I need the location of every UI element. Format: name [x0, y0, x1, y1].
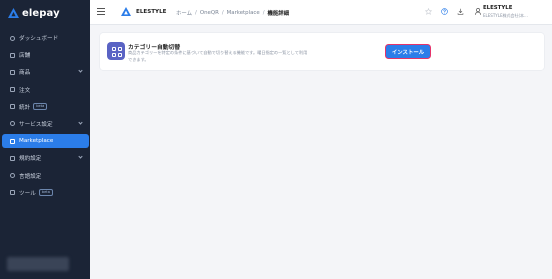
install-button[interactable]: インストール: [385, 44, 431, 59]
star-icon[interactable]: [425, 8, 432, 15]
sidebar-item-tools[interactable]: ツール beta: [2, 186, 89, 200]
beta-badge: beta: [33, 103, 48, 111]
sidebar-item-dashboard[interactable]: ダッシュボード: [2, 31, 89, 45]
breadcrumb-home[interactable]: ホーム: [176, 9, 192, 17]
store-icon: [10, 52, 15, 58]
brand-logo[interactable]: elepay: [8, 6, 60, 20]
sidebar-item-label: 注文: [19, 87, 31, 94]
sidebar-item-marketplace[interactable]: Marketplace: [2, 134, 89, 149]
sidebar-item-label: Marketplace: [19, 138, 54, 145]
plugin-card: カテゴリー自動切替 商品カテゴリーを特定の条件に基づいて自動で切り替える機能です…: [100, 33, 544, 70]
sidebar: elepay ダッシュボード 店舗 商品 注文 統計 beta サービス設定 M…: [0, 0, 90, 279]
grid-icon: [10, 138, 15, 144]
user-name: ELESTYLE: [483, 5, 513, 11]
sidebar-item-orders[interactable]: 注文: [2, 83, 89, 97]
chevron-down-icon: [78, 68, 83, 73]
wrench-icon: [10, 190, 15, 196]
tenant-logo-icon: [121, 7, 131, 16]
sidebar-item-terms-settings[interactable]: 規約設定: [2, 151, 89, 165]
breadcrumb-separator: /: [195, 10, 197, 16]
chart-icon: [10, 104, 15, 110]
sidebar-item-label: 言語設定: [19, 173, 42, 180]
sidebar-item-products[interactable]: 商品: [2, 65, 89, 79]
gear-icon: [10, 121, 15, 127]
hamburger-menu-icon[interactable]: [97, 8, 105, 15]
beta-badge: beta: [38, 189, 53, 196]
document-icon: [10, 155, 15, 161]
plugin-description: 商品カテゴリーを特定の条件に基づいて自動で切り替える機能です。曜日指定の一覧とし…: [128, 50, 308, 62]
account-switcher[interactable]: [7, 257, 69, 271]
breadcrumb-separator: /: [262, 10, 265, 16]
dashboard-icon: [10, 35, 15, 41]
sidebar-item-service-settings[interactable]: サービス設定: [2, 117, 89, 131]
sidebar-item-label: サービス設定: [19, 121, 53, 128]
sidebar-item-label: 店舗: [19, 53, 31, 60]
breadcrumb-oneqr[interactable]: OneQR: [200, 10, 219, 16]
sidebar-item-label: ツール: [19, 190, 36, 197]
sidebar-item-label: 規約設定: [19, 156, 42, 163]
sidebar-item-label: 統計: [19, 104, 31, 111]
chevron-down-icon: [78, 120, 83, 125]
elepay-logo-icon: [8, 8, 19, 18]
sidebar-item-label: 商品: [19, 70, 31, 77]
breadcrumb-marketplace[interactable]: Marketplace: [227, 10, 260, 16]
help-icon[interactable]: [441, 8, 448, 15]
sidebar-item-label: ダッシュボード: [19, 36, 59, 42]
sidebar-item-store[interactable]: 店舗: [2, 48, 89, 62]
chevron-down-icon: [78, 154, 83, 159]
breadcrumb-separator: /: [221, 10, 224, 16]
breadcrumb: ホーム / OneQR / Marketplace / 機能詳細: [176, 9, 289, 17]
tenant-selector[interactable]: ELESTYLE: [121, 7, 167, 16]
sidebar-item-language-settings[interactable]: 言語設定: [2, 169, 89, 183]
sidebar-item-statistics[interactable]: 統計 beta: [2, 100, 89, 114]
install-button-label: インストール: [387, 46, 429, 57]
cart-icon: [10, 87, 15, 93]
tenant-name: ELESTYLE: [136, 8, 167, 15]
globe-icon: [10, 173, 15, 178]
tag-icon: [10, 69, 15, 75]
user-icon: [475, 8, 481, 15]
user-company: ELESTYLE株式会社(本...: [483, 13, 528, 18]
sidebar-nav: ダッシュボード 店舗 商品 注文 統計 beta サービス設定 Marketpl…: [2, 31, 89, 203]
grid-icon: [107, 42, 125, 60]
brand-name: elepay: [22, 7, 60, 19]
breadcrumb-current: 機能詳細: [267, 11, 290, 17]
download-icon[interactable]: [457, 8, 464, 15]
top-header: ELESTYLE ホーム / OneQR / Marketplace / 機能詳…: [90, 0, 552, 25]
